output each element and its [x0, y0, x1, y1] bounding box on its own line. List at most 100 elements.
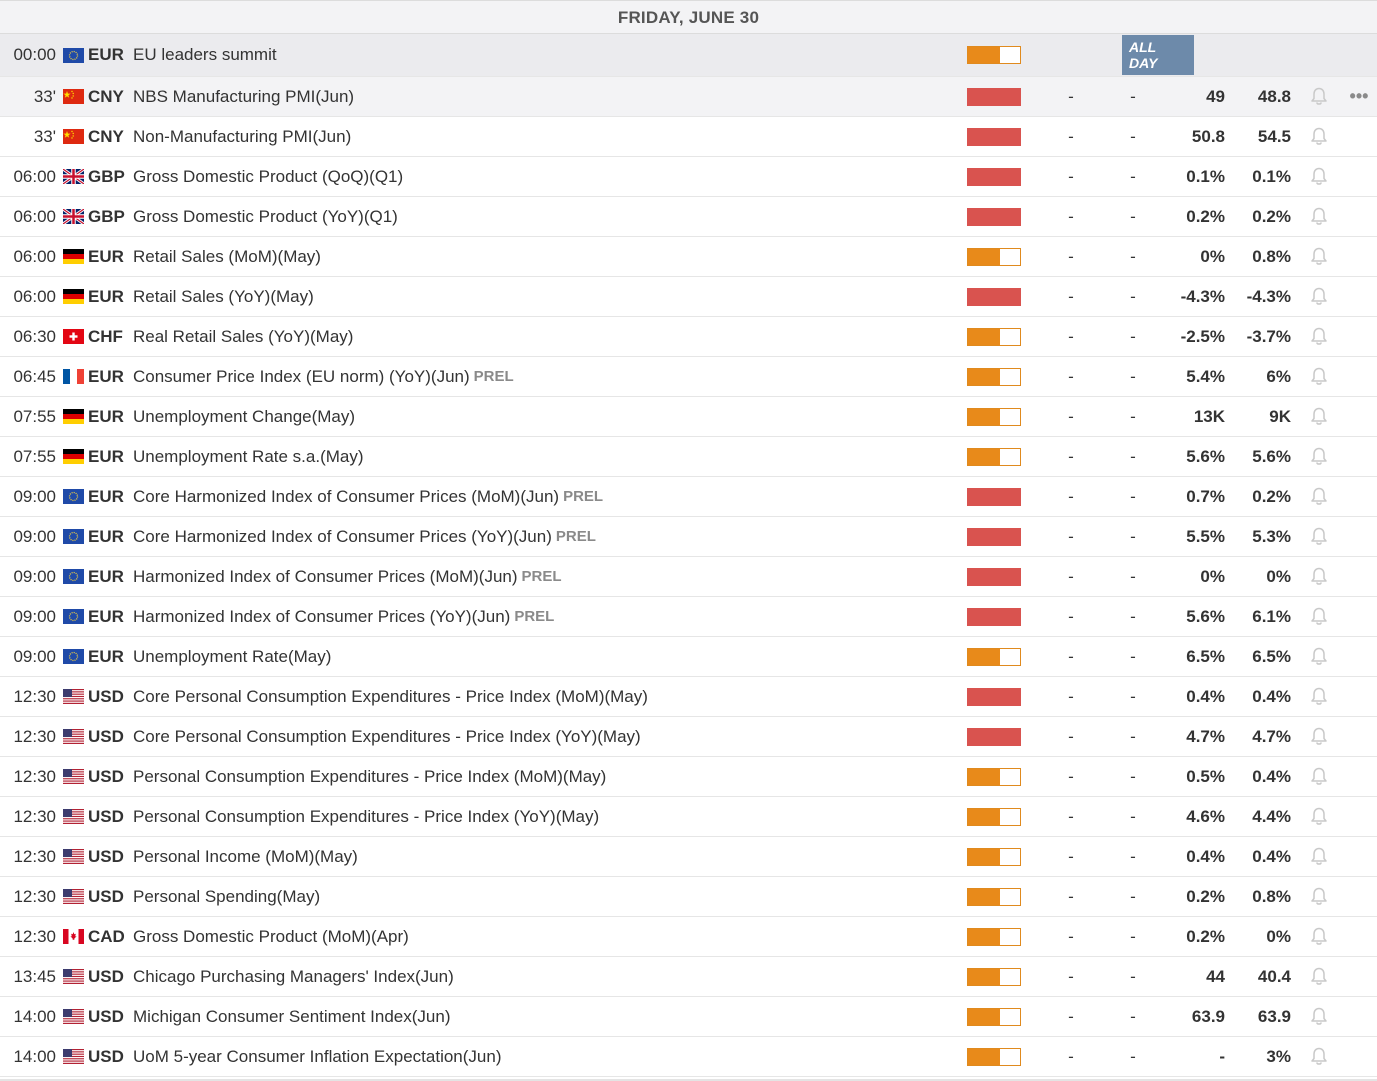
event-name[interactable]: Core Personal Consumption Expenditures -… [133, 677, 953, 716]
bell-icon[interactable] [1308, 997, 1330, 1036]
event-row[interactable]: 06:30 CHF Real Retail Sales (YoY)(May) - - -2… [0, 317, 1377, 357]
bell-icon[interactable] [1308, 317, 1330, 356]
event-time: 07:55 [13, 406, 56, 426]
bell-icon[interactable] [1308, 197, 1330, 236]
event-actual: - [1068, 446, 1074, 466]
event-forecast: 6% [1266, 366, 1291, 386]
impact-medium-bar [967, 367, 1021, 386]
event-row[interactable]: 12:30 USD Personal Consumption Expenditure… [0, 757, 1377, 797]
event-name[interactable]: Harmonized Index of Consumer Prices (YoY… [133, 597, 953, 636]
event-name[interactable]: Michigan Consumer Sentiment Index(Jun) [133, 997, 953, 1036]
event-name[interactable]: Gross Domestic Product (YoY)(Q1) [133, 197, 953, 236]
event-name[interactable]: Retail Sales (YoY)(May) [133, 277, 953, 316]
event-row[interactable]: 14:00 USD UoM 5-year Consumer Inflation Ex… [0, 1037, 1377, 1077]
event-row[interactable]: 09:00 EUR Core Harmonized Index of Consume… [0, 477, 1377, 517]
impact-indicator [967, 157, 1021, 196]
de-flag-icon [63, 237, 85, 276]
event-forecast: 0% [1266, 926, 1291, 946]
event-row[interactable]: 12:30 USD Personal Consumption Expenditure… [0, 797, 1377, 837]
impact-indicator [967, 677, 1021, 716]
event-name[interactable]: Core Harmonized Index of Consumer Prices… [133, 477, 953, 516]
event-row[interactable]: 09:00 EUR Harmonized Index of Consumer Pri… [0, 597, 1377, 637]
event-previous: 0% [1200, 566, 1225, 586]
event-row[interactable]: 06:00 GBP Gross Domestic Product (YoY)(Q1)… [0, 197, 1377, 237]
bell-icon[interactable] [1308, 957, 1330, 996]
event-name[interactable]: Unemployment Rate(May) [133, 637, 953, 676]
bell-icon[interactable] [1308, 477, 1330, 516]
impact-indicator [967, 557, 1021, 596]
event-name[interactable]: NBS Manufacturing PMI(Jun) [133, 77, 953, 116]
event-name[interactable]: Chicago Purchasing Managers' Index(Jun) [133, 957, 953, 996]
event-row[interactable]: 12:30 USD Personal Income (MoM)(May) - - 0.4%… [0, 837, 1377, 877]
economic-calendar: FRIDAY, JUNE 30 00:00 EUR EU leaders summi… [0, 0, 1377, 1081]
event-row[interactable]: 09:00 EUR Core Harmonized Index of Consume… [0, 517, 1377, 557]
bell-icon[interactable] [1308, 877, 1330, 916]
bell-icon[interactable] [1308, 597, 1330, 636]
event-name[interactable]: Personal Spending(May) [133, 877, 953, 916]
event-name[interactable]: Core Harmonized Index of Consumer Prices… [133, 517, 953, 556]
event-consensus: - [1130, 446, 1136, 466]
event-currency: USD [88, 806, 124, 826]
bell-icon[interactable] [1308, 157, 1330, 196]
event-name[interactable]: Consumer Price Index (EU norm) (YoY)(Jun… [133, 357, 953, 396]
event-name[interactable]: Gross Domestic Product (MoM)(Apr) [133, 917, 953, 956]
bell-icon[interactable] [1308, 117, 1330, 156]
bell-icon[interactable] [1308, 917, 1330, 956]
event-row[interactable]: 00:00 EUR EU leaders summit ALL DAY [0, 34, 1377, 77]
event-name[interactable]: EU leaders summit [133, 34, 953, 76]
bell-icon[interactable] [1308, 837, 1330, 876]
event-name[interactable]: Personal Consumption Expenditures - Pric… [133, 797, 953, 836]
event-row[interactable]: 12:30 USD Core Personal Consumption Expend… [0, 677, 1377, 717]
impact-high-bar [967, 527, 1021, 546]
bell-icon[interactable] [1308, 557, 1330, 596]
event-row[interactable]: 06:00 EUR Retail Sales (YoY)(May) - - -4.3% -4… [0, 277, 1377, 317]
event-row[interactable]: 33' CNY NBS Manufacturing PMI(Jun) - - 49 48.8… [0, 77, 1377, 117]
bell-icon[interactable] [1308, 437, 1330, 476]
bell-icon[interactable] [1308, 677, 1330, 716]
event-actual: - [1068, 1006, 1074, 1026]
event-name[interactable]: Core Personal Consumption Expenditures -… [133, 717, 953, 756]
event-name[interactable]: Unemployment Change(May) [133, 397, 953, 436]
event-name[interactable]: Unemployment Rate s.a.(May) [133, 437, 953, 476]
more-options-icon[interactable]: ••• [1348, 77, 1370, 116]
event-row[interactable]: 09:00 EUR Harmonized Index of Consumer Pri… [0, 557, 1377, 597]
event-name[interactable]: Non-Manufacturing PMI(Jun) [133, 117, 953, 156]
bell-icon[interactable] [1308, 357, 1330, 396]
impact-indicator [967, 277, 1021, 316]
event-previous: 0.1% [1186, 166, 1225, 186]
bell-icon[interactable] [1308, 757, 1330, 796]
bell-icon[interactable] [1308, 637, 1330, 676]
bell-icon[interactable] [1308, 237, 1330, 276]
event-name[interactable]: Personal Consumption Expenditures - Pric… [133, 757, 953, 796]
event-name[interactable]: Harmonized Index of Consumer Prices (MoM… [133, 557, 953, 596]
event-row[interactable]: 12:30 CAD Gross Domestic Product (MoM)(Apr… [0, 917, 1377, 957]
bell-icon[interactable] [1308, 717, 1330, 756]
event-previous: 0.2% [1186, 886, 1225, 906]
event-name[interactable]: Gross Domestic Product (QoQ)(Q1) [133, 157, 953, 196]
bell-icon[interactable] [1308, 1037, 1330, 1076]
event-forecast: 0.4% [1252, 846, 1291, 866]
bell-icon[interactable] [1308, 397, 1330, 436]
event-row[interactable]: 09:00 EUR Unemployment Rate(May) - - 6.5% 6.5% [0, 637, 1377, 677]
event-row[interactable]: 12:30 USD Core Personal Consumption Expend… [0, 717, 1377, 757]
event-name[interactable]: UoM 5-year Consumer Inflation Expectatio… [133, 1037, 953, 1076]
bell-icon[interactable] [1308, 517, 1330, 556]
us-flag-icon [63, 757, 85, 796]
event-row[interactable]: 06:45 EUR Consumer Price Index (EU norm) (… [0, 357, 1377, 397]
event-name[interactable]: Retail Sales (MoM)(May) [133, 237, 953, 276]
bell-icon[interactable] [1308, 277, 1330, 316]
event-row[interactable]: 07:55 EUR Unemployment Change(May) - - 13K 9K [0, 397, 1377, 437]
event-row[interactable]: 13:45 USD Chicago Purchasing Managers' Ind… [0, 957, 1377, 997]
event-row[interactable]: 07:55 EUR Unemployment Rate s.a.(May) - - 5.6… [0, 437, 1377, 477]
event-consensus: - [1130, 566, 1136, 586]
event-name[interactable]: Personal Income (MoM)(May) [133, 837, 953, 876]
bell-icon[interactable] [1308, 77, 1330, 116]
event-currency: CHF [88, 326, 123, 346]
event-row[interactable]: 06:00 GBP Gross Domestic Product (QoQ)(Q1)… [0, 157, 1377, 197]
event-name[interactable]: Real Retail Sales (YoY)(May) [133, 317, 953, 356]
bell-icon[interactable] [1308, 797, 1330, 836]
event-row[interactable]: 12:30 USD Personal Spending(May) - - 0.2% 0.8% [0, 877, 1377, 917]
event-row[interactable]: 06:00 EUR Retail Sales (MoM)(May) - - 0% 0.8% [0, 237, 1377, 277]
event-row[interactable]: 33' CNY Non-Manufacturing PMI(Jun) - - 50.8 54… [0, 117, 1377, 157]
event-row[interactable]: 14:00 USD Michigan Consumer Sentiment Inde… [0, 997, 1377, 1037]
